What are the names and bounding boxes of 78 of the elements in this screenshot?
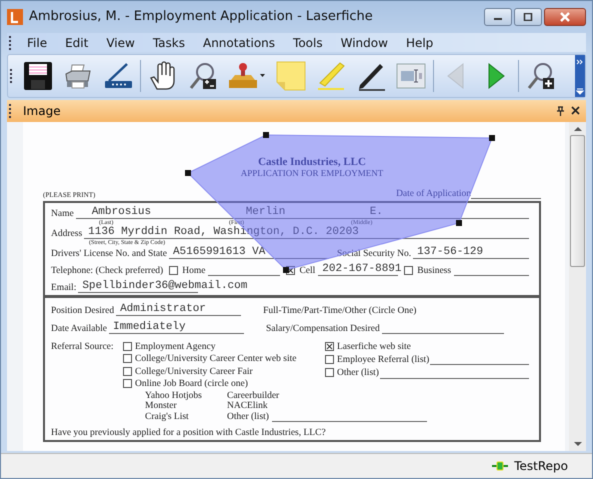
option-label: College/University Career Center web site [135,354,296,364]
field-label: Full-Time/Part-Time/Other (Circle One) [263,306,416,316]
scroll-down-icon[interactable] [574,442,582,448]
company-name: Castle Industries, LLC [257,156,367,168]
menu-item[interactable]: Help [398,36,442,50]
close-button[interactable] [544,8,586,26]
option-label: Employment Agency [135,342,216,352]
checkbox[interactable] [169,266,178,275]
checkbox[interactable] [325,354,334,364]
repository-name: TestRepo [514,459,568,474]
vertical-scrollbar[interactable] [569,122,586,452]
sticky-note-icon [276,61,306,92]
field-label: Drivers' License No. and State [51,248,167,259]
text-box-icon [396,61,426,92]
typed-value: Immediately [112,322,186,333]
checkbox[interactable] [325,342,334,351]
typed-value: Spellbinder36@webmail.com [81,280,248,292]
close-icon [559,12,571,22]
typed-value: 202-167-8891 [321,264,402,275]
menu-item[interactable]: File [19,36,56,50]
menu-item[interactable]: Tools [285,36,331,50]
highlighter-icon [316,61,346,92]
typed-value: Merlin [244,206,286,218]
zoom-in-icon [526,61,556,92]
option-label: Other (list) [227,412,269,422]
field-label: Salary/Compensation Desired [266,324,380,334]
field-label: Position Desired [51,306,114,316]
close-icon[interactable] [571,106,580,116]
scroll-up-icon[interactable] [574,126,582,131]
option-label: NACElink [227,401,268,412]
typed-value: Ambrosius [90,206,152,218]
pin-icon[interactable] [556,106,565,116]
field-label: Date Available [51,324,108,334]
option-label: Other (list) [337,368,379,378]
typed-value: Administrator [119,304,206,315]
field-label: Email: [51,282,76,293]
app-logo-icon [7,8,23,25]
option-label: Home [182,266,206,276]
option-label: Online Job Board (circle one) [135,378,248,389]
menu-item[interactable]: Window [332,36,396,50]
field-label: Telephone: (Check preferred) [51,266,164,276]
typed-value: 137-56-129 [416,246,484,258]
checkbox[interactable] [123,342,132,351]
checkbox[interactable] [123,354,132,364]
field-label: Date of Application [396,188,471,199]
checkbox[interactable] [123,378,132,388]
menu-item[interactable]: Annotations [194,36,284,50]
option-label: Laserfiche web site [337,342,411,352]
option-label: College/University Career Fair [135,366,253,377]
minimize-button[interactable] [484,8,512,26]
zoom-icon [188,61,218,92]
menu-item[interactable]: Tasks [144,36,193,50]
field-label: Address [51,228,82,239]
option-label: Employee Referral (list) [337,354,430,365]
form-title: APPLICATION FOR EMPLOYMENT [240,168,384,178]
checkbox[interactable] [404,266,414,275]
option-label: Careerbuilder [227,391,280,402]
window-title: Ambrosius, M. - Employment Application - Laserfiche [29,9,374,24]
typed-value: A5165991613 VA [172,246,266,258]
menu-item[interactable]: Edit [57,36,96,50]
option-label: Yahoo Hotjobs [145,391,203,402]
pane-title: Image [23,104,62,118]
typed-value: 1136 Myrddin Road, Washington, D.C. 20203 [87,226,359,238]
option-label: Business [417,266,452,276]
menu-item[interactable]: View [98,36,143,50]
typed-value: E. [368,206,383,218]
connection-icon [492,461,508,472]
maximize-button[interactable] [514,8,542,26]
option-label: Monster [145,401,178,412]
option-label: Craig's List [145,412,190,422]
field-label: Referral Source: [51,342,115,354]
checkbox[interactable] [123,366,132,376]
option-label: Cell [299,266,316,276]
checkbox[interactable] [325,368,334,378]
question-text: Have you previously applied for a position with Castle Industries, LLC? [51,428,327,438]
maximize-icon [523,12,533,21]
pen-icon [356,61,386,92]
field-label: Name [51,208,74,219]
